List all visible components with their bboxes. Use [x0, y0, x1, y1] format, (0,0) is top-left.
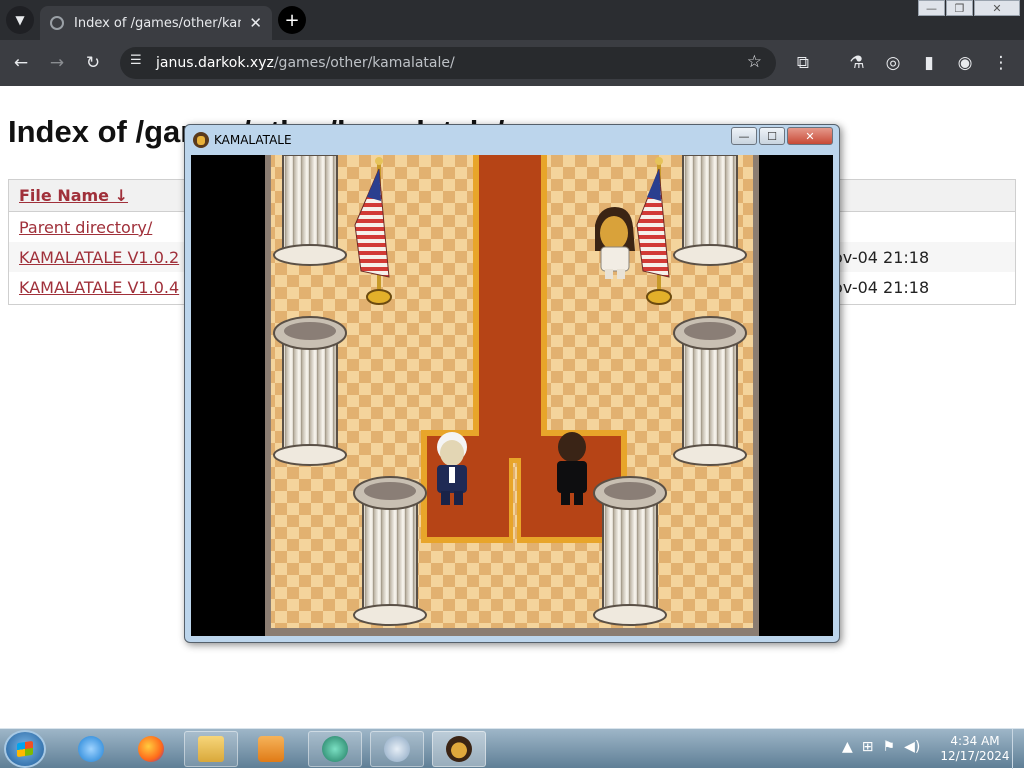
browser-restore-button[interactable]: ❐: [946, 0, 973, 16]
media-player-icon[interactable]: [244, 731, 298, 767]
tab-title: Index of /games/other/kamala: [74, 15, 241, 31]
reload-button[interactable]: ↻: [80, 50, 106, 76]
character-kamala: [595, 207, 635, 279]
file-link[interactable]: KAMALATALE V1.0.2: [19, 248, 179, 267]
game-window[interactable]: KAMALATALE — ☐ ✕: [184, 124, 840, 643]
network-icon[interactable]: ⊞: [862, 739, 874, 755]
browser-close-button[interactable]: ✕: [974, 0, 1020, 16]
firefox-icon[interactable]: [124, 731, 178, 767]
file-name-sort-link[interactable]: File Name ↓: [19, 186, 128, 205]
column-bottom-left: [353, 476, 427, 626]
globe-icon: [50, 16, 64, 30]
new-tab-button[interactable]: +: [278, 6, 306, 34]
tab-search-button[interactable]: ▼: [6, 6, 34, 34]
forward-button[interactable]: →: [44, 50, 70, 76]
clock-time: 4:34 AM: [950, 734, 1000, 748]
system-tray: ▲ ⊞ ⚑ ◀): [842, 739, 920, 755]
app-launcher-icon[interactable]: [308, 731, 362, 767]
tab-close-button[interactable]: ✕: [249, 14, 262, 32]
start-button[interactable]: [4, 730, 46, 768]
file-explorer-icon[interactable]: [184, 731, 238, 767]
volume-icon[interactable]: ◀): [904, 739, 920, 755]
clock-date: 12/17/2024: [940, 749, 1010, 763]
browser-menu-icon[interactable]: ⋮: [988, 50, 1014, 76]
game-minimize-button[interactable]: —: [731, 127, 757, 145]
side-panel-icon[interactable]: ▮: [916, 50, 942, 76]
kamala-avatar-icon: [193, 132, 209, 148]
browser-tab-strip: ▼ Index of /games/other/kamala ✕ + — ❐ ✕: [0, 0, 1024, 40]
file-date: ov-04 21:18: [833, 278, 930, 297]
browser-minimize-button[interactable]: —: [918, 0, 945, 16]
chevron-down-icon: ▼: [15, 13, 25, 27]
address-bar[interactable]: ☰ janus.darkok.xyz/games/other/kamalatal…: [120, 47, 776, 79]
browser-tab[interactable]: Index of /games/other/kamala ✕: [40, 6, 272, 40]
game-maximize-button[interactable]: ☐: [759, 127, 785, 145]
game-title-bar[interactable]: KAMALATALE — ☐ ✕: [185, 125, 839, 155]
labs-flask-icon[interactable]: ⚗: [844, 50, 870, 76]
game-close-button[interactable]: ✕: [787, 127, 833, 145]
column-mid-left: [273, 316, 347, 466]
parent-directory-link[interactable]: Parent directory/: [19, 218, 152, 237]
file-date: ov-04 21:18: [833, 248, 930, 267]
action-center-flag-icon[interactable]: ⚑: [883, 739, 896, 755]
game-window-title: KAMALATALE: [214, 133, 292, 147]
column-top-right: [673, 155, 747, 266]
profile-avatar-icon[interactable]: ◉: [952, 50, 978, 76]
column-top-left: [273, 155, 347, 266]
site-info-icon[interactable]: ☰: [130, 53, 142, 68]
show-hidden-icons-icon[interactable]: ▲: [842, 739, 853, 755]
kamalatale-task-icon[interactable]: [432, 731, 486, 767]
taskbar: ▲ ⊞ ⚑ ◀) 4:34 AM 12/17/2024: [0, 728, 1024, 769]
show-desktop-button[interactable]: [1012, 729, 1024, 769]
internet-explorer-icon[interactable]: [64, 731, 118, 767]
control-panel-icon[interactable]: [370, 731, 424, 767]
file-link[interactable]: KAMALATALE V1.0.4: [19, 278, 179, 297]
game-scene: [265, 155, 759, 636]
address-domain: janus.darkok.xyz: [156, 55, 274, 71]
browser-toolbar: ← → ↻ ☰ janus.darkok.xyz/games/other/kam…: [0, 40, 1024, 86]
column-mid-right: [673, 316, 747, 466]
back-button[interactable]: ←: [8, 50, 34, 76]
extensions-icon[interactable]: ⧉: [790, 50, 816, 76]
clock[interactable]: 4:34 AM 12/17/2024: [940, 734, 1010, 764]
extension-power-icon[interactable]: ◎: [880, 50, 906, 76]
address-path: /games/other/kamalatale/: [273, 55, 455, 71]
bookmark-star-icon[interactable]: ☆: [747, 52, 762, 72]
game-canvas[interactable]: [191, 155, 833, 636]
column-bottom-right: [593, 476, 667, 626]
